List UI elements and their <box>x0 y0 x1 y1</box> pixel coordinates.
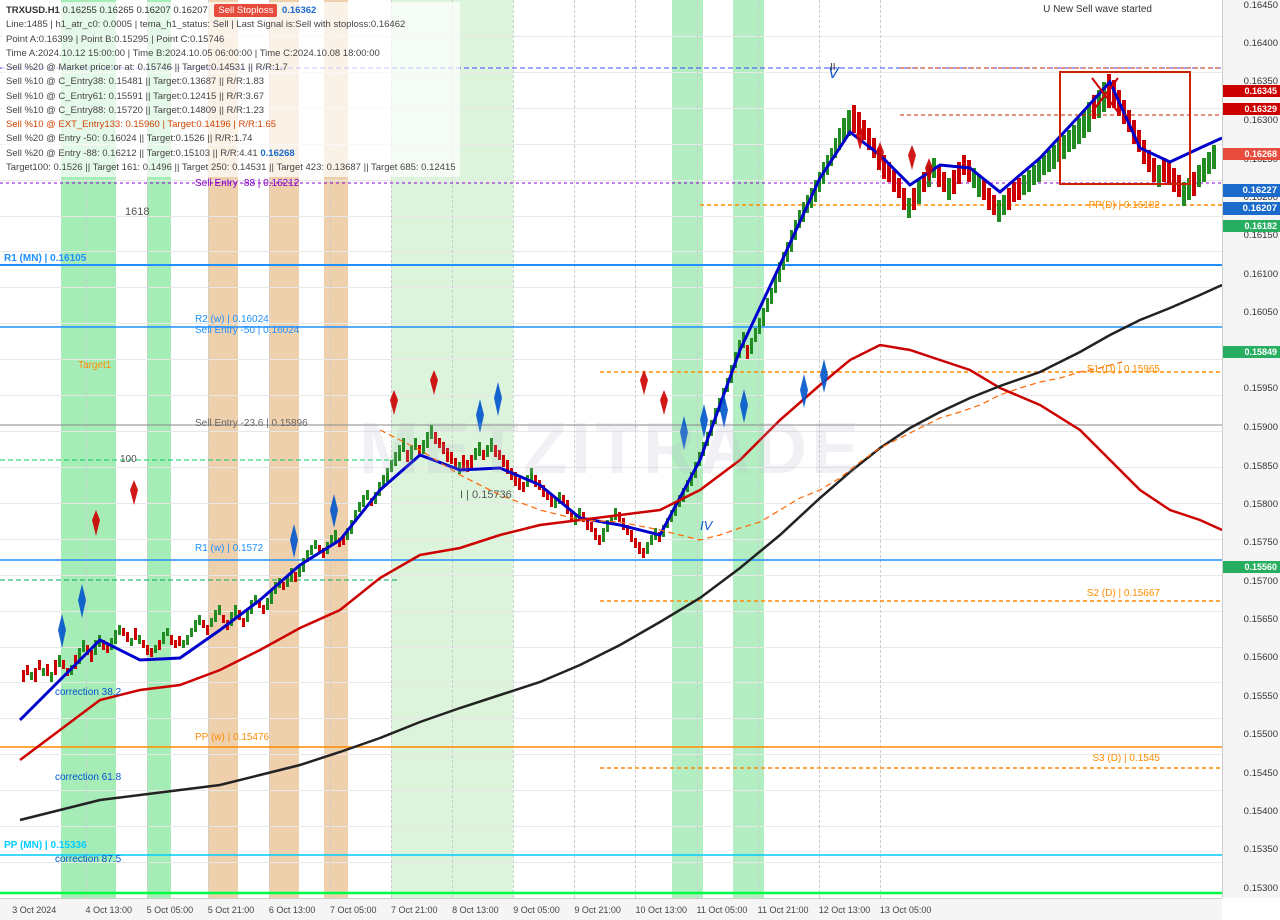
time-label-2: 4 Oct 13:00 <box>86 905 133 915</box>
info-line-7: Sell %10 @ C_Entry88: 0.15720 || Target:… <box>6 104 456 118</box>
time-label-10: 9 Oct 21:00 <box>574 905 621 915</box>
price-tag-16227: 0.16227 <box>1223 184 1280 197</box>
chart-container: V I | 0.15736 IV II correction 38.2 corr… <box>0 0 1280 920</box>
chart-area: V I | 0.15736 IV II correction 38.2 corr… <box>0 0 1222 898</box>
pp-mn-label: PP (MN) | 0.15336 <box>4 840 87 851</box>
sell-entry-50-label: Sell Entry -50 | 0.16024 <box>195 325 299 336</box>
stoploss-badge: Sell Stoploss <box>214 4 277 17</box>
label-100: 100 <box>120 454 137 465</box>
top-annotation: U New Sell wave started <box>1043 4 1152 15</box>
corr-87-label: correction 87.5 <box>55 854 122 865</box>
label-1618: 1618 <box>125 206 149 218</box>
price-tag-16329: 0.16329 <box>1223 103 1280 115</box>
info-line-11: Target100: 0.1526 || Target 161: 0.1496 … <box>6 161 456 175</box>
time-label-14: 12 Oct 13:00 <box>819 905 871 915</box>
r2w-label: R2 (w) | 0.16024 <box>195 314 269 325</box>
wave-iv-label: IV <box>700 518 714 533</box>
sell-entry-236-label: Sell Entry -23.6 | 0.15896 <box>195 418 308 429</box>
info-line-9: Sell %20 @ Entry -50: 0.16024 || Target:… <box>6 132 456 146</box>
info-line-6: Sell %10 @ C_Entry61: 0.15591 || Target:… <box>6 90 456 104</box>
info-line-8: Sell %10 @ EXT_Entry133: 0.15960 | Targe… <box>6 118 456 132</box>
info-line-4: Sell %20 @ Market price:or at: 0.15746 |… <box>6 61 456 75</box>
chart-symbol: TRXUSD.H1 0.16255 0.16265 0.16207 0.1620… <box>6 4 456 18</box>
sell-entry-88-label: Sell Entry -88 | 0.16212 <box>195 178 299 189</box>
time-label-4: 5 Oct 21:00 <box>208 905 255 915</box>
time-label-9: 9 Oct 05:00 <box>513 905 560 915</box>
s2d-label: S2 (D) | 0.15667 <box>1087 588 1160 599</box>
time-label-1: 3 Oct 2024 <box>12 905 56 915</box>
corr-38-label: correction 38.2 <box>55 687 122 698</box>
info-line-5: Sell %10 @ C_Entry38: 0.15481 || Target:… <box>6 75 456 89</box>
price-tag-16345: 0.16345 <box>1223 85 1280 97</box>
price-tag-16268: 0.16268 <box>1223 148 1280 160</box>
r1mn-label: R1 (MN) | 0.16105 <box>4 253 86 264</box>
s3d-label: S3 (D) | 0.1545 <box>1092 753 1160 764</box>
time-label-8: 8 Oct 13:00 <box>452 905 499 915</box>
time-label-5: 6 Oct 13:00 <box>269 905 316 915</box>
price-tag-16207: 0.16207 <box>1223 202 1280 215</box>
corr-61-label: correction 61.8 <box>55 772 122 783</box>
price-axis: 0.16450 0.16400 0.16350 0.16300 0.16250 … <box>1222 0 1280 898</box>
info-line-2: Point A:0.16399 | Point B:0.15295 | Poin… <box>6 33 456 47</box>
time-label-15: 13 Oct 05:00 <box>880 905 932 915</box>
ppd-label: PP(D) | 0.16182 <box>1088 200 1160 211</box>
time-label-6: 7 Oct 05:00 <box>330 905 377 915</box>
wave-ii-label: II <box>830 62 836 73</box>
price-tag-15560: 0.15560 <box>1223 561 1280 573</box>
time-label-3: 5 Oct 05:00 <box>147 905 194 915</box>
price-tag-15849: 0.15849 <box>1223 346 1280 358</box>
r1w-label: R1 (w) | 0.1572 <box>195 543 263 554</box>
buy-arrows <box>58 359 828 648</box>
s1d-label: S1 (D) | 0.15965 <box>1087 364 1160 375</box>
info-line-10: Sell %20 @ Entry -88: 0.16212 || Target:… <box>6 147 456 161</box>
ppw-label: PP (w) | 0.15476 <box>195 732 269 743</box>
time-axis: 3 Oct 2024 4 Oct 13:00 5 Oct 05:00 5 Oct… <box>0 898 1222 920</box>
wave-i-label: I | 0.15736 <box>460 489 512 501</box>
time-label-11: 10 Oct 13:00 <box>635 905 687 915</box>
info-line-1: Line:1485 | h1_atr_c0: 0.0005 | tema_h1_… <box>6 18 456 32</box>
price-tag-16182: 0.16182 <box>1223 220 1280 232</box>
info-line-3: Time A:2024.10.12 15:00:00 | Time B:2024… <box>6 47 456 61</box>
time-label-13: 11 Oct 21:00 <box>758 905 809 915</box>
target1-label: Target1 <box>78 360 112 371</box>
time-label-7: 7 Oct 21:00 <box>391 905 438 915</box>
info-box: TRXUSD.H1 0.16255 0.16265 0.16207 0.1620… <box>2 2 460 177</box>
time-label-12: 11 Oct 05:00 <box>697 905 748 915</box>
